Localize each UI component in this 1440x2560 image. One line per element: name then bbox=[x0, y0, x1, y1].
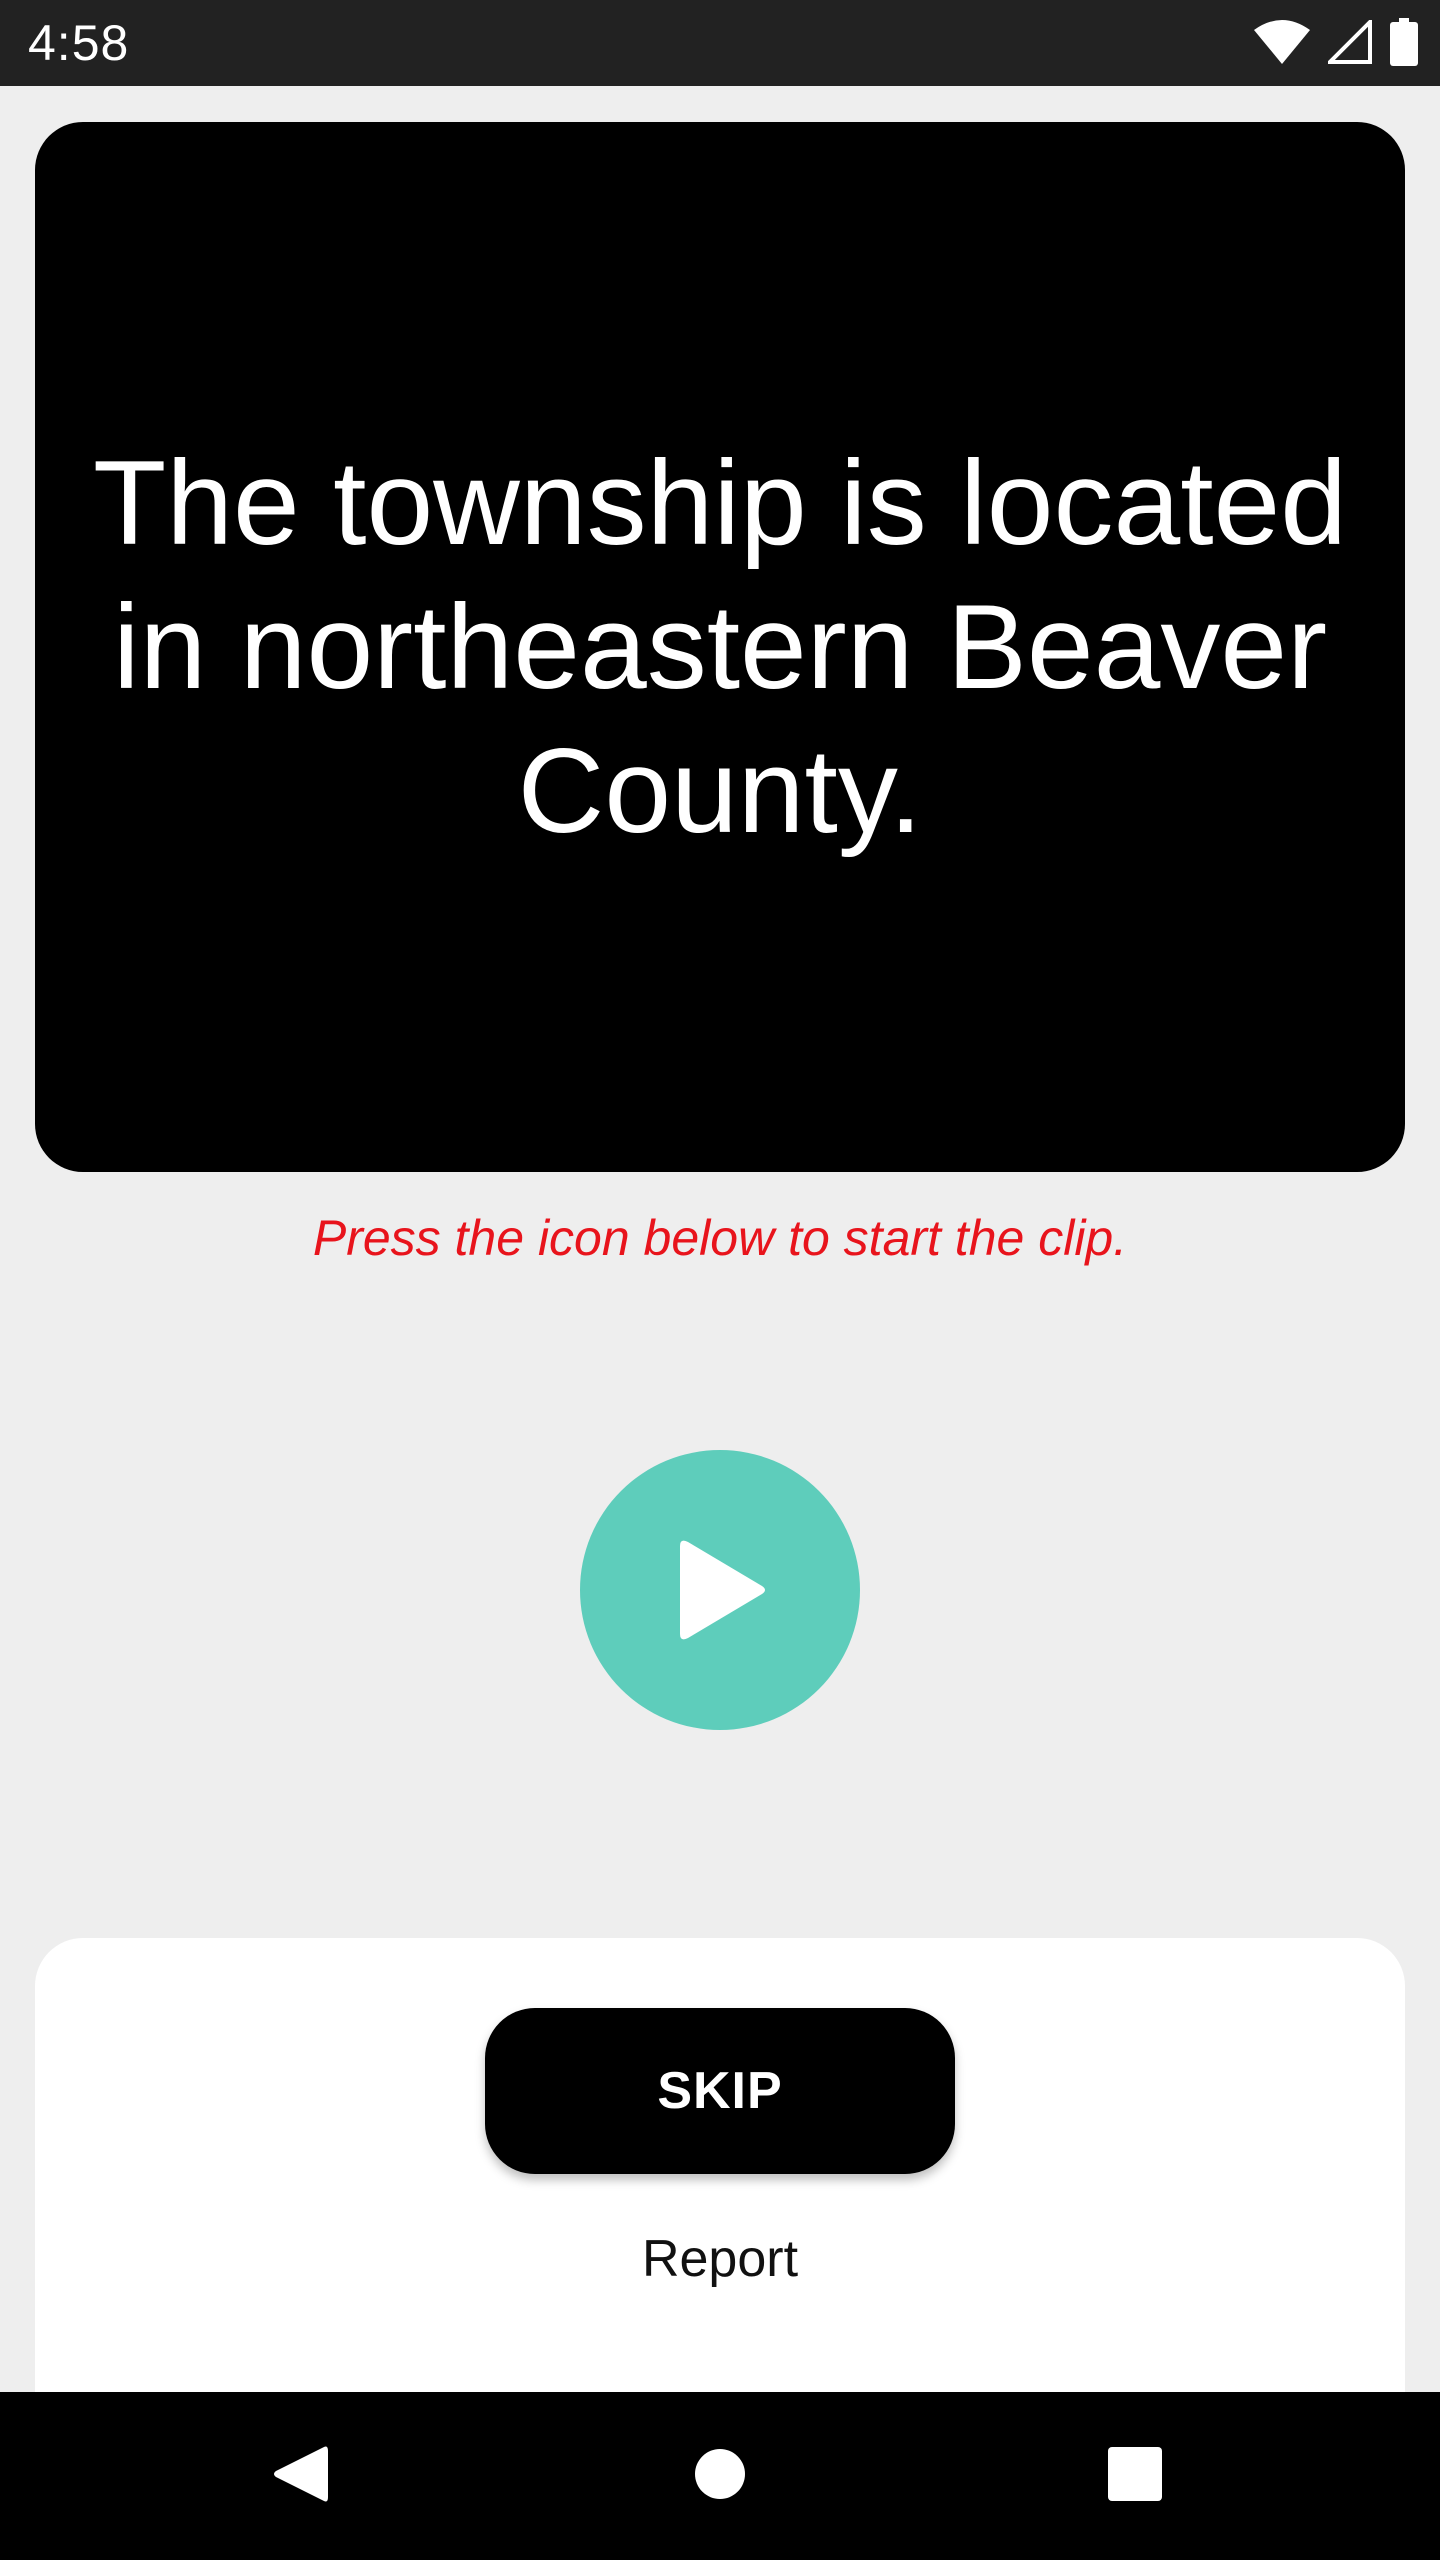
sentence-text: The township is located in northeastern … bbox=[92, 436, 1348, 858]
skip-button[interactable]: SKIP bbox=[485, 2008, 955, 2174]
signal-icon bbox=[1328, 20, 1372, 64]
recents-icon bbox=[1108, 2446, 1162, 2506]
battery-icon bbox=[1390, 18, 1418, 66]
play-icon bbox=[670, 1538, 770, 1642]
sentence-card: The township is located in northeastern … bbox=[35, 122, 1405, 1172]
home-icon bbox=[694, 2448, 746, 2505]
status-icons bbox=[1254, 18, 1418, 66]
status-bar: 4:58 bbox=[0, 0, 1440, 86]
recents-button[interactable] bbox=[1035, 2392, 1235, 2560]
status-time: 4:58 bbox=[28, 15, 130, 71]
back-icon bbox=[272, 2443, 328, 2510]
home-button[interactable] bbox=[620, 2392, 820, 2560]
play-button[interactable] bbox=[580, 1450, 860, 1730]
back-button[interactable] bbox=[200, 2392, 400, 2560]
report-link[interactable]: Report bbox=[35, 2228, 1405, 2290]
action-panel: SKIP Report bbox=[35, 1938, 1405, 2408]
navigation-bar bbox=[0, 2392, 1440, 2560]
instruction-text: Press the icon below to start the clip. bbox=[312, 1210, 1128, 1266]
wifi-icon bbox=[1254, 20, 1310, 64]
